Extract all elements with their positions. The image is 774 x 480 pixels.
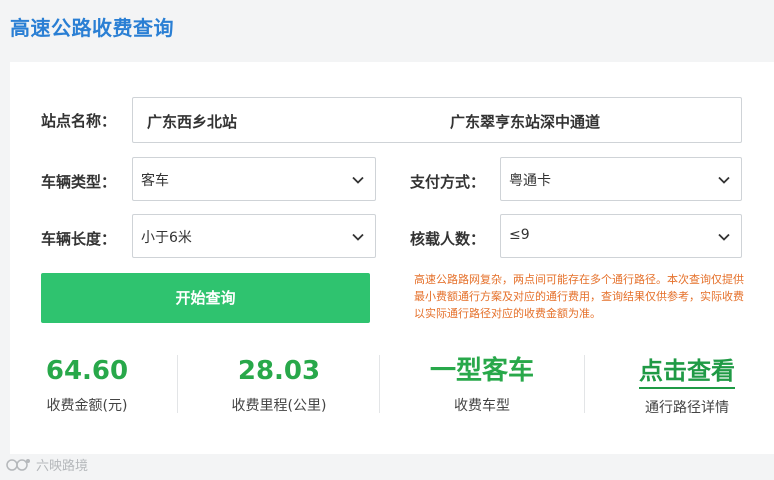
- chevron-down-icon: [718, 233, 730, 241]
- vehicle-type-value: 客车: [141, 173, 169, 189]
- divider: [379, 355, 380, 413]
- vehicle-type-label: 车辆类型：: [41, 173, 117, 191]
- search-button[interactable]: 开始查询: [41, 273, 370, 323]
- vehicle-length-value: 小于6米: [141, 230, 192, 246]
- vehicle-length-select[interactable]: 小于6米: [132, 214, 376, 258]
- capacity-label: 核载人数：: [410, 230, 486, 248]
- chevron-down-icon: [718, 176, 730, 184]
- payment-value: 粤通卡: [509, 173, 551, 189]
- capacity-value: ≤9: [509, 227, 530, 243]
- chevron-down-icon: [352, 176, 364, 184]
- distance-value: 28.03: [237, 356, 321, 386]
- vehicle-type-select[interactable]: 客车: [132, 157, 376, 201]
- distance-caption: 收费里程(公里): [231, 398, 327, 414]
- chevron-down-icon: [352, 233, 364, 241]
- divider: [584, 355, 585, 413]
- fee-value: 64.60: [45, 356, 129, 386]
- watermark-logo-icon: [6, 458, 30, 471]
- capacity-select[interactable]: ≤9: [500, 214, 742, 258]
- vehicle-class-stat: 一型客车 收费车型: [424, 355, 540, 415]
- to-station[interactable]: 广东翠亨东站深中通道: [450, 111, 600, 132]
- vehicle-class-value: 一型客车: [429, 356, 534, 386]
- fee-caption: 收费金额(元): [46, 398, 128, 414]
- vehicle-length-label: 车辆长度：: [41, 230, 117, 248]
- route-caption: 通行路径详情: [645, 400, 729, 416]
- fee-stat: 64.60 收费金额(元): [42, 355, 132, 415]
- station-label: 站点名称：: [41, 112, 117, 130]
- vehicle-class-caption: 收费车型: [454, 398, 510, 414]
- payment-select[interactable]: 粤通卡: [500, 157, 742, 201]
- route-note: 高速公路路网复杂，两点间可能存在多个通行路径。本次查询仅提供最小费额通行方案及对…: [414, 273, 744, 320]
- route-stat: 点击查看 通行路径详情: [628, 355, 746, 417]
- route-detail-link[interactable]: 点击查看: [639, 355, 735, 389]
- watermark: 六映路境: [6, 455, 88, 474]
- page-title: 高速公路收费查询: [10, 16, 174, 40]
- payment-label: 支付方式：: [410, 173, 486, 191]
- station-input[interactable]: 广东西乡北站 广东翠亨东站深中通道: [132, 97, 742, 143]
- distance-stat: 28.03 收费里程(公里): [218, 355, 340, 415]
- divider: [177, 355, 178, 413]
- from-station[interactable]: 广东西乡北站: [147, 111, 237, 132]
- watermark-text: 六映路境: [36, 459, 89, 474]
